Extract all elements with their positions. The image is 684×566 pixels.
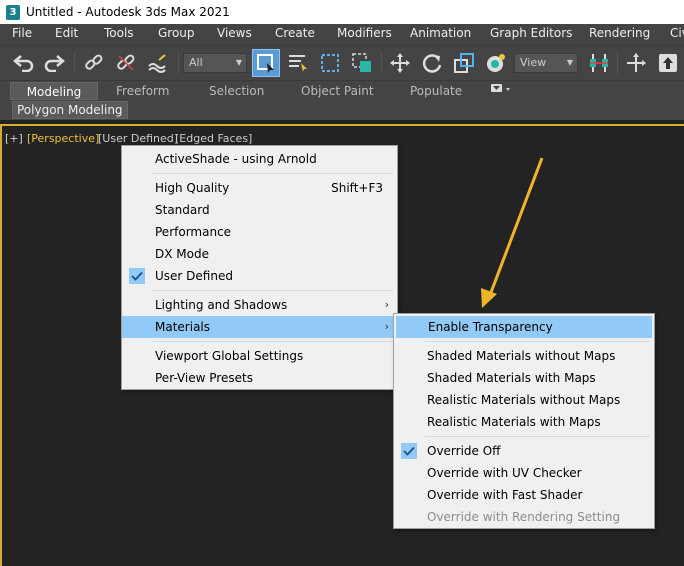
pivot-center-icon[interactable] xyxy=(585,49,613,77)
checkmark-icon xyxy=(129,268,145,284)
viewport-edged-faces-label[interactable]: [Edged Faces] xyxy=(175,132,252,145)
menu-separator xyxy=(425,436,650,437)
materials-submenu: Enable Transparency Shaded Materials wit… xyxy=(393,313,655,529)
chevron-right-icon: › xyxy=(384,320,389,333)
menu-item-dx-mode[interactable]: DX Mode xyxy=(122,243,397,265)
menu-create[interactable]: Create xyxy=(275,26,315,40)
annotation-arrow-icon xyxy=(481,157,544,308)
shading-context-menu: ActiveShade - using Arnold High Quality … xyxy=(121,145,398,390)
menu-item-override-off[interactable]: Override Off xyxy=(394,440,654,462)
undo-icon[interactable] xyxy=(10,49,38,77)
select-and-manipulate-icon[interactable] xyxy=(622,49,650,77)
checkmark-icon xyxy=(401,443,417,459)
reference-coordinate-value: View xyxy=(520,56,547,69)
viewport-point-of-view-label[interactable]: [Perspective] xyxy=(27,132,99,145)
select-and-scale-icon[interactable] xyxy=(450,49,478,77)
menu-file[interactable]: File xyxy=(12,26,32,40)
menu-item-per-view-presets[interactable]: Per-View Presets xyxy=(122,367,397,389)
ribbon-tab-populate[interactable]: Populate xyxy=(410,82,462,100)
viewport-menu-plus[interactable]: [+] xyxy=(5,132,23,145)
select-by-name-icon[interactable] xyxy=(284,49,312,77)
menu-item-override-uv-checker[interactable]: Override with UV Checker xyxy=(394,462,654,484)
toolbar-separator xyxy=(74,52,75,74)
menu-bar: File Edit Tools Group Views Create Modif… xyxy=(0,24,684,45)
menu-item-lighting-and-shadows[interactable]: Lighting and Shadows › xyxy=(122,294,397,316)
window-crossing-icon[interactable] xyxy=(348,49,376,77)
ribbon: Modeling Freeform Selection Object Paint… xyxy=(0,80,684,120)
menu-separator xyxy=(153,173,393,174)
main-toolbar: All ▼ View ▼ xyxy=(0,45,684,80)
menu-animation[interactable]: Animation xyxy=(410,26,471,40)
unlink-selection-icon[interactable] xyxy=(112,49,140,77)
menu-views[interactable]: Views xyxy=(217,26,252,40)
menu-item-viewport-global-settings[interactable]: Viewport Global Settings xyxy=(122,345,397,367)
toolbar-separator xyxy=(617,52,618,74)
3dsmax-app-icon: 3 xyxy=(6,4,20,20)
menu-item-shaded-with-maps[interactable]: Shaded Materials with Maps xyxy=(394,367,654,389)
ribbon-options-icon[interactable] xyxy=(488,82,514,100)
keyboard-shortcut-override-icon[interactable] xyxy=(654,49,682,77)
ribbon-tab-object-paint[interactable]: Object Paint xyxy=(301,82,374,100)
ribbon-panel-polygon-modeling[interactable]: Polygon Modeling xyxy=(12,101,128,119)
menu-item-realistic-with-maps[interactable]: Realistic Materials with Maps xyxy=(394,411,654,433)
shortcut-text: Shift+F3 xyxy=(331,181,383,195)
menu-edit[interactable]: Edit xyxy=(55,26,78,40)
selection-filter-dropdown[interactable]: All ▼ xyxy=(183,53,247,73)
chevron-down-icon: ▼ xyxy=(235,58,242,67)
menu-separator xyxy=(425,341,650,342)
select-and-move-icon[interactable] xyxy=(386,49,414,77)
menu-item-materials[interactable]: Materials › xyxy=(122,316,397,338)
ribbon-tab-selection[interactable]: Selection xyxy=(209,82,264,100)
title-bar: 3 Untitled - Autodesk 3ds Max 2021 xyxy=(0,0,684,24)
viewport-shading-label[interactable]: [User Defined] xyxy=(98,132,178,145)
select-object-icon[interactable] xyxy=(252,49,280,77)
bind-to-space-warp-icon[interactable] xyxy=(144,49,172,77)
window-title: Untitled - Autodesk 3ds Max 2021 xyxy=(26,5,230,19)
menu-group[interactable]: Group xyxy=(158,26,195,40)
ribbon-tab-freeform[interactable]: Freeform xyxy=(116,82,169,100)
menu-item-override-fast-shader[interactable]: Override with Fast Shader xyxy=(394,484,654,506)
select-and-place-icon[interactable] xyxy=(482,49,510,77)
reference-coordinate-dropdown[interactable]: View ▼ xyxy=(514,53,578,73)
menu-item-activeshade[interactable]: ActiveShade - using Arnold xyxy=(122,148,397,170)
toolbar-separator xyxy=(178,52,179,74)
chevron-down-icon: ▼ xyxy=(566,58,573,67)
menu-modifiers[interactable]: Modifiers xyxy=(337,26,392,40)
menu-rendering[interactable]: Rendering xyxy=(589,26,650,40)
menu-item-override-rendering-setting: Override with Rendering Setting xyxy=(427,510,621,524)
redo-icon[interactable] xyxy=(40,49,68,77)
toolbar-separator xyxy=(381,52,382,74)
ribbon-tab-modeling[interactable]: Modeling xyxy=(10,82,98,100)
chevron-right-icon: › xyxy=(384,298,389,311)
menu-graph-editors[interactable]: Graph Editors xyxy=(490,26,572,40)
menu-separator xyxy=(153,290,393,291)
selection-filter-value: All xyxy=(189,56,203,69)
menu-item-realistic-without-maps[interactable]: Realistic Materials without Maps xyxy=(394,389,654,411)
rectangular-selection-icon[interactable] xyxy=(316,49,344,77)
menu-item-high-quality[interactable]: High Quality Shift+F3 xyxy=(122,177,397,199)
menu-item-shaded-without-maps[interactable]: Shaded Materials without Maps xyxy=(394,345,654,367)
menu-civil-view[interactable]: Civ xyxy=(670,26,684,40)
menu-item-user-defined[interactable]: User Defined xyxy=(122,265,397,287)
menu-tools[interactable]: Tools xyxy=(104,26,134,40)
select-and-link-icon[interactable] xyxy=(80,49,108,77)
menu-item-standard[interactable]: Standard xyxy=(122,199,397,221)
menu-item-enable-transparency[interactable]: Enable Transparency xyxy=(396,316,652,338)
select-and-rotate-icon[interactable] xyxy=(418,49,446,77)
menu-separator xyxy=(153,341,393,342)
menu-item-performance[interactable]: Performance xyxy=(122,221,397,243)
